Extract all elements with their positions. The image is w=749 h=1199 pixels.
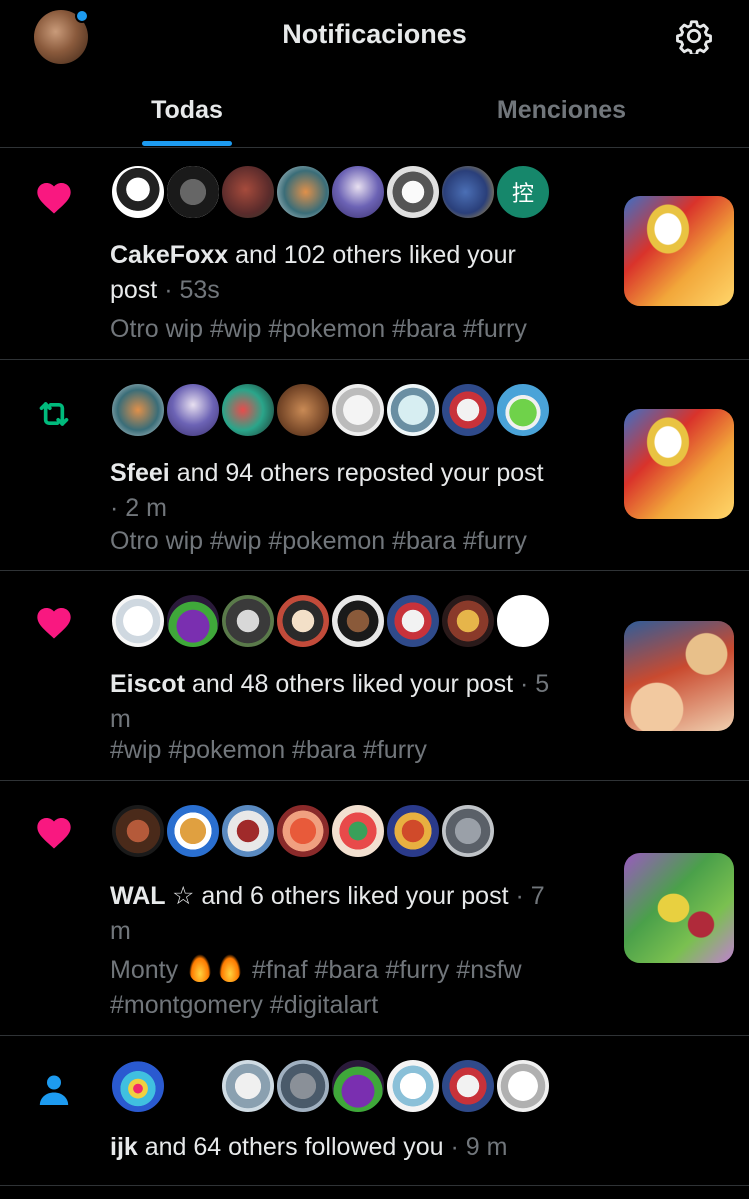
avatar[interactable] [110, 803, 166, 859]
avatar[interactable] [495, 1058, 551, 1114]
avatar[interactable] [385, 382, 441, 438]
avatar[interactable] [440, 1058, 496, 1114]
timestamp: · 9 m [443, 1133, 508, 1161]
actor-avatars [110, 382, 590, 438]
post-thumbnail[interactable] [624, 409, 734, 519]
timestamp: · 7 [508, 882, 545, 910]
actor-avatars [110, 803, 590, 859]
avatar-glyph: 控 [511, 182, 534, 207]
avatar[interactable] [385, 803, 441, 859]
actor-name[interactable]: WAL ☆ [110, 882, 194, 910]
heart-icon [37, 183, 71, 214]
actor-avatars [110, 1058, 590, 1114]
action-text: and 6 others liked your post [194, 882, 509, 910]
avatar[interactable] [275, 593, 331, 649]
post-thumbnail[interactable] [624, 621, 734, 731]
action-text: and 94 others reposted your post [169, 459, 544, 487]
tab-bar: Todas Menciones [0, 78, 749, 148]
preview-hashtags-cont: #montgomery #digitalart [110, 991, 379, 1019]
post-thumbnail[interactable] [624, 853, 734, 963]
avatar[interactable] [440, 803, 496, 859]
avatar[interactable] [220, 382, 276, 438]
timestamp: · 53s [157, 276, 220, 304]
timestamp: · 5 [513, 670, 550, 698]
tab-menciones-label: Menciones [496, 96, 627, 124]
action-text-cont: post [110, 276, 158, 304]
notification-item[interactable]: 控 CakeFoxx and 102 others liked your pos… [0, 148, 749, 360]
timestamp: · 2 m [110, 494, 167, 522]
avatar[interactable] [330, 164, 386, 220]
top-bar: Notificaciones [0, 0, 749, 70]
action-text: and 64 others followed you [137, 1133, 444, 1161]
tab-todas-label: Todas [151, 96, 223, 124]
avatar[interactable] [330, 382, 386, 438]
notification-text: Sfeei and 94 others reposted your post ·… [110, 456, 600, 526]
notification-text: Eiscot and 48 others liked your post · 5… [110, 667, 600, 737]
actor-name[interactable]: CakeFoxx [110, 241, 228, 269]
avatar[interactable] [110, 1058, 166, 1114]
avatar[interactable] [110, 164, 166, 220]
avatar[interactable] [330, 593, 386, 649]
tab-menciones[interactable]: Menciones [374, 78, 749, 148]
avatar[interactable] [165, 164, 221, 220]
avatar[interactable] [275, 1058, 331, 1114]
avatar[interactable] [220, 593, 276, 649]
avatar[interactable] [385, 164, 441, 220]
avatar[interactable] [275, 803, 331, 859]
avatar[interactable] [440, 593, 496, 649]
timestamp-cont: m [110, 917, 131, 945]
actor-avatars [110, 593, 590, 649]
avatar[interactable] [110, 593, 166, 649]
avatar[interactable] [165, 803, 221, 859]
avatar[interactable]: 控 [495, 164, 551, 220]
fire-emoji-icon [189, 954, 212, 982]
notification-item[interactable]: Sfeei and 94 others reposted your post ·… [0, 360, 749, 571]
avatar[interactable] [495, 593, 551, 649]
avatar[interactable] [330, 1058, 386, 1114]
fire-emoji-icon [219, 954, 242, 982]
avatar[interactable] [275, 382, 331, 438]
preview-text: Monty [110, 956, 179, 984]
notification-text: ijk and 64 others followed you · 9 m [110, 1130, 600, 1165]
active-tab-indicator [142, 141, 232, 146]
post-preview: Monty #fnaf #bara #furry #nsfw #montgome… [110, 953, 610, 1023]
notification-item[interactable]: Eiscot and 48 others liked your post · 5… [0, 571, 749, 781]
actor-name[interactable]: ijk [110, 1133, 138, 1161]
heart-icon [37, 818, 71, 849]
timestamp-cont: m [110, 705, 131, 733]
notification-item[interactable]: WAL ☆ and 6 others liked your post · 7 m… [0, 781, 749, 1036]
post-preview: #wip #pokemon #bara #furry [110, 736, 427, 764]
avatar[interactable] [275, 164, 331, 220]
heart-icon [37, 608, 71, 639]
avatar[interactable] [440, 382, 496, 438]
notification-item[interactable]: ijk and 64 others followed you · 9 m [0, 1036, 749, 1186]
repost-icon [39, 402, 69, 426]
page-title: Notificaciones [282, 19, 467, 49]
preview-hashtags: #fnaf #bara #furry #nsfw [252, 956, 522, 984]
actor-name[interactable]: Sfeei [110, 459, 170, 487]
post-preview: Otro wip #wip #pokemon #bara #furry [110, 527, 527, 555]
avatar[interactable] [110, 382, 166, 438]
post-thumbnail[interactable] [624, 196, 734, 306]
avatar[interactable] [495, 382, 551, 438]
notification-text: CakeFoxx and 102 others liked your post … [110, 238, 600, 308]
avatar[interactable] [165, 593, 221, 649]
action-text: and 48 others liked your post [185, 670, 514, 698]
post-preview: Otro wip #wip #pokemon #bara #furry [110, 315, 527, 343]
gear-icon[interactable] [676, 18, 712, 54]
actor-name[interactable]: Eiscot [110, 670, 185, 698]
avatar[interactable] [440, 164, 496, 220]
actor-avatars: 控 [110, 164, 590, 220]
avatar[interactable] [220, 1058, 276, 1114]
avatar[interactable] [220, 803, 276, 859]
avatar[interactable] [165, 382, 221, 438]
action-text: and 102 others liked your [228, 241, 516, 269]
avatar[interactable] [385, 593, 441, 649]
avatar[interactable] [385, 1058, 441, 1114]
avatar[interactable] [220, 164, 276, 220]
notification-text: WAL ☆ and 6 others liked your post · 7 m [110, 879, 600, 949]
avatar[interactable] [330, 803, 386, 859]
person-icon [39, 1075, 69, 1105]
tab-todas[interactable]: Todas [0, 78, 374, 148]
